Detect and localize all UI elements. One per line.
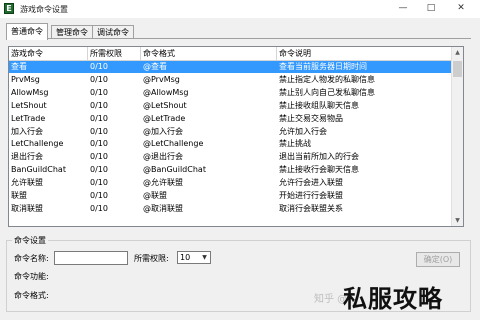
table-row[interactable]: 取消联盟 0/10 @取消联盟 取消行会联盟关系: [9, 203, 452, 215]
permission-value: 10: [180, 253, 191, 262]
table-cell: @联盟: [143, 191, 167, 200]
table-cell: @退出行会: [143, 152, 183, 162]
table-cell: 0/10: [90, 62, 108, 71]
tab-normal-commands[interactable]: 普通命令: [6, 23, 48, 40]
table-cell: 0/10: [90, 203, 108, 213]
scroll-up-icon[interactable]: ▲: [452, 47, 463, 58]
table-cell: 取消行会联盟关系: [279, 203, 343, 213]
tab-divider: [6, 38, 471, 39]
table-row[interactable]: 允许联盟 0/10 @允许联盟 允许行会进入联盟: [9, 177, 452, 189]
tab-admin-commands[interactable]: 管理命令: [51, 25, 93, 39]
ok-button[interactable]: 确定(O): [416, 252, 460, 267]
table-cell: 0/10: [90, 152, 108, 162]
table-cell: @AllowMsg: [143, 87, 189, 97]
table-cell: 联盟: [11, 191, 27, 200]
table-cell: 0/10: [90, 191, 108, 200]
table-row[interactable]: LetChallenge 0/10 @LetChallenge 禁止挑战: [9, 138, 452, 150]
table-cell: 加入行会: [11, 126, 43, 136]
table-row[interactable]: LetTrade 0/10 @LetTrade 禁止交易交易物品: [9, 113, 452, 125]
table-cell: 禁止接收组队聊天信息: [279, 100, 359, 110]
table-cell: 禁止别人向自己发私聊信息: [279, 87, 375, 97]
watermark-title: 私服攻略: [343, 285, 443, 313]
table-cell: 0/10: [90, 126, 108, 136]
table-row[interactable]: 加入行会 0/10 @加入行会 允许加入行会: [9, 126, 452, 138]
table-row[interactable]: BanGuildChat 0/10 @BanGuildChat 禁止接收行会聊天信息: [9, 164, 452, 176]
table-cell: 允许联盟: [11, 178, 43, 188]
table-cell: 允许行会进入联盟: [279, 178, 343, 188]
grid-header: 游戏命令 所需权限 命令格式 命令说明: [9, 47, 452, 61]
table-cell: @取消联盟: [143, 203, 183, 213]
app-icon: E: [4, 3, 14, 14]
table-cell: LetTrade: [11, 113, 46, 123]
table-cell: @BanGuildChat: [143, 165, 206, 175]
table-cell: BanGuildChat: [11, 165, 66, 175]
table-cell: LetChallenge: [11, 139, 64, 149]
table-cell: 禁止交易交易物品: [279, 113, 343, 123]
table-row[interactable]: 退出行会 0/10 @退出行会 退出当前所加入的行会: [9, 151, 452, 163]
window-title: 游戏命令设置: [20, 5, 68, 14]
title-bar: E 游戏命令设置 — □ ✕: [0, 0, 480, 18]
table-cell: 开始进行行会联盟: [279, 191, 343, 200]
command-function-label: 命令功能:: [14, 272, 49, 281]
vertical-scrollbar[interactable]: ▲ ▼: [451, 47, 463, 226]
table-cell: 0/10: [90, 100, 108, 110]
table-cell: 0/10: [90, 165, 108, 175]
settings-group-title: 命令设置: [12, 235, 48, 246]
tab-debug-commands[interactable]: 调试命令: [92, 25, 134, 39]
dropdown-arrow-icon: ▼: [202, 254, 207, 261]
command-grid[interactable]: 游戏命令 所需权限 命令格式 命令说明 查看 0/10 @查看 查看当前服务器日期时间…: [8, 46, 464, 227]
table-cell: 0/10: [90, 113, 108, 123]
table-cell: 允许加入行会: [279, 126, 327, 136]
table-row[interactable]: 联盟 0/10 @联盟 开始进行行会联盟: [9, 190, 452, 202]
column-header-description[interactable]: 命令说明: [277, 47, 452, 60]
table-cell: 查看当前服务器日期时间: [279, 62, 367, 71]
table-row[interactable]: LetShout 0/10 @LetShout 禁止接收组队聊天信息: [9, 100, 452, 112]
maximize-icon[interactable]: □: [424, 2, 438, 15]
table-cell: @LetChallenge: [143, 139, 204, 149]
table-row[interactable]: 查看 0/10 @查看 查看当前服务器日期时间: [9, 61, 452, 73]
table-cell: @查看: [143, 62, 167, 71]
table-cell: 禁止挑战: [279, 139, 311, 149]
column-header-command[interactable]: 游戏命令: [9, 47, 88, 60]
permission-select[interactable]: 10 ▼: [177, 251, 211, 264]
table-cell: 0/10: [90, 139, 108, 149]
table-cell: 退出行会: [11, 152, 43, 162]
table-cell: 禁止接收行会聊天信息: [279, 165, 359, 175]
table-cell: @允许联盟: [143, 178, 183, 188]
close-icon[interactable]: ✕: [454, 2, 468, 15]
command-format-label: 命令格式:: [14, 291, 49, 300]
table-cell: @加入行会: [143, 126, 183, 136]
table-cell: 查看: [11, 62, 27, 71]
table-cell: 0/10: [90, 178, 108, 188]
table-row[interactable]: AllowMsg 0/10 @AllowMsg 禁止别人向自己发私聊信息: [9, 87, 452, 99]
column-header-format[interactable]: 命令格式: [141, 47, 277, 60]
table-cell: 0/10: [90, 87, 108, 97]
table-cell: @PrvMsg: [143, 74, 180, 84]
table-cell: 禁止指定人物发的私聊信息: [279, 74, 375, 84]
column-header-permission[interactable]: 所需权限: [88, 47, 141, 60]
table-cell: 取消联盟: [11, 203, 43, 213]
table-cell: PrvMsg: [11, 74, 40, 84]
table-cell: LetShout: [11, 100, 47, 110]
scroll-down-icon[interactable]: ▼: [452, 215, 463, 226]
table-cell: @LetShout: [143, 100, 187, 110]
command-name-input[interactable]: [54, 251, 128, 265]
scroll-thumb[interactable]: [453, 61, 462, 77]
permission-label: 所需权限:: [134, 254, 169, 263]
minimize-icon[interactable]: —: [396, 2, 410, 15]
table-row[interactable]: PrvMsg 0/10 @PrvMsg 禁止指定人物发的私聊信息: [9, 74, 452, 86]
table-cell: 0/10: [90, 74, 108, 84]
command-name-label: 命令名称:: [14, 254, 49, 263]
table-cell: @LetTrade: [143, 113, 186, 123]
table-cell: AllowMsg: [11, 87, 49, 97]
table-cell: 退出当前所加入的行会: [279, 152, 359, 162]
